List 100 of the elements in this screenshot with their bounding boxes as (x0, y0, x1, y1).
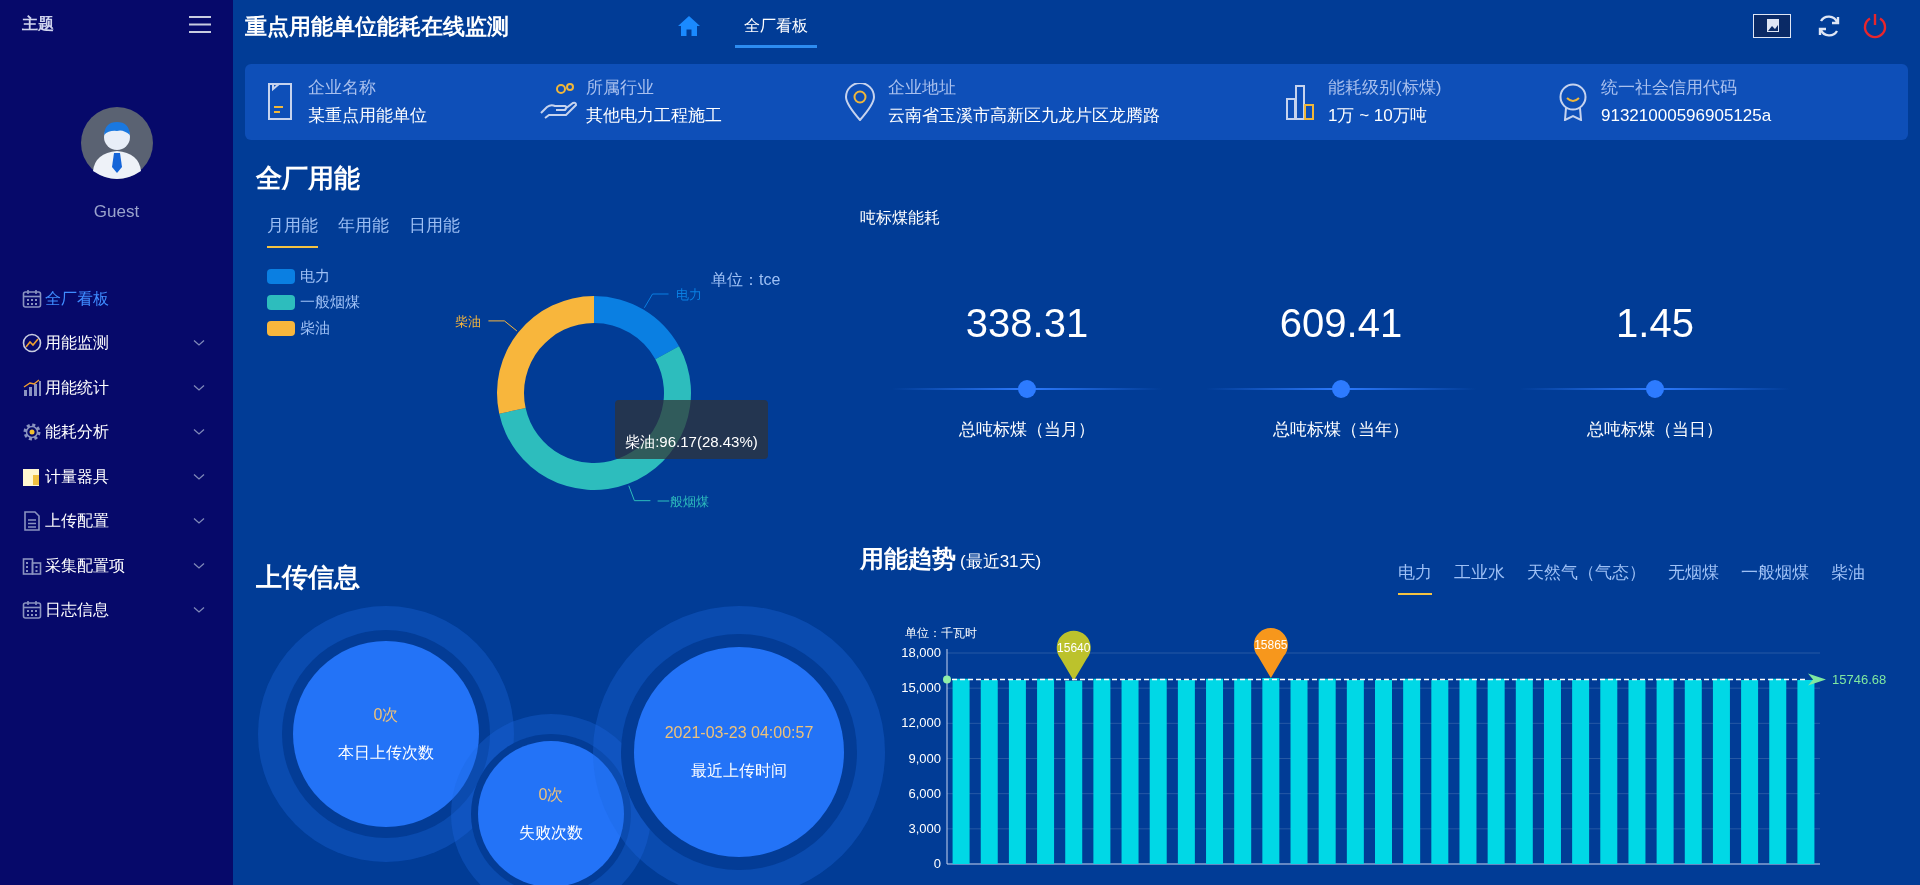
bar[interactable] (1008, 679, 1026, 864)
section-title: 上传信息 (256, 561, 361, 594)
info-value: 其他电力工程施工 (586, 106, 722, 126)
tab[interactable]: 电力 (1398, 559, 1432, 595)
slice-label: 一般烟煤 (657, 493, 710, 509)
bar[interactable] (1769, 678, 1787, 864)
gear-icon (22, 422, 42, 443)
stat-label: 失败次数 (519, 823, 583, 843)
bar[interactable] (1515, 678, 1533, 864)
reference-value: 15746.68 (1832, 672, 1887, 688)
section-subtitle: (最近31天) (960, 551, 1042, 573)
legend-label[interactable]: 电力 (300, 264, 330, 288)
tab[interactable]: 工业水 (1454, 559, 1505, 595)
section-title: 用能趋势 (860, 544, 956, 574)
tab[interactable]: 年用能 (338, 212, 389, 248)
tick-label: 6,000 (908, 785, 941, 801)
bar[interactable] (1741, 679, 1759, 864)
stat-value: 0次 (373, 705, 399, 725)
tab[interactable]: 无烟煤 (1668, 559, 1719, 595)
bar[interactable] (1318, 678, 1336, 864)
theme-label: 主题 (22, 14, 54, 34)
bar[interactable] (1431, 679, 1449, 864)
annotation: 15865 (1254, 638, 1288, 653)
map-pin-marker: 15865 (1253, 628, 1288, 679)
annotation: 15640 (1057, 640, 1091, 655)
tab[interactable]: 一般烟煤 (1741, 559, 1809, 595)
slice-label: 一般烟煤 (628, 485, 710, 509)
bar[interactable] (1572, 679, 1590, 864)
kpi-value: 338.31 (965, 300, 1089, 346)
sidebar-item[interactable]: 上传配置 (0, 499, 233, 544)
avatar-icon (80, 107, 153, 179)
bar[interactable] (1093, 678, 1111, 864)
bar[interactable] (1037, 678, 1055, 864)
sidebar-item[interactable]: 采集配置项 (0, 543, 233, 588)
legend-label[interactable]: 柴油 (300, 316, 330, 340)
sidebar-item[interactable]: 用能监测 (0, 321, 233, 366)
bar[interactable] (1403, 678, 1421, 864)
stat-value: 0次 (538, 785, 564, 805)
slice-label: 柴油 (455, 313, 518, 332)
user-name: Guest (92, 201, 141, 223)
kpi-label: 总吨标煤（当日） (1587, 420, 1723, 440)
chart-tooltip: 柴油:96.17(28.43%) (615, 400, 768, 459)
donut-slice[interactable] (594, 296, 679, 360)
kpi-label: 总吨标煤（当月） (959, 420, 1095, 440)
bar[interactable] (1656, 678, 1674, 864)
image-icon[interactable] (1753, 14, 1791, 38)
bar[interactable] (1065, 680, 1083, 864)
menu-icon[interactable] (189, 15, 211, 33)
bar[interactable] (1177, 679, 1195, 864)
tick-label: 12,000 (901, 715, 941, 731)
nav-tab[interactable]: 全厂看板 (735, 4, 817, 48)
bar[interactable] (1684, 679, 1702, 864)
slice-label: 柴油 (455, 313, 482, 329)
sidebar-item[interactable]: 用能统计 (0, 365, 233, 410)
home-icon[interactable] (677, 15, 701, 37)
tick-label: 18,000 (901, 645, 941, 660)
bar[interactable] (1797, 679, 1815, 864)
bar[interactable] (980, 679, 998, 864)
bar[interactable] (1346, 679, 1364, 864)
bar[interactable] (1290, 679, 1308, 864)
bar[interactable] (1121, 679, 1139, 864)
document-icon (22, 511, 42, 532)
bar[interactable] (1712, 678, 1730, 864)
tab[interactable]: 月用能 (267, 212, 318, 248)
tick-label: 0 (933, 856, 941, 871)
bar[interactable] (1487, 678, 1505, 864)
sidebar-item[interactable]: 全厂看板 (0, 276, 233, 321)
tab[interactable]: 柴油 (1831, 559, 1865, 595)
app-title: 重点用能单位能耗在线监测 (245, 12, 510, 41)
bar[interactable] (1262, 678, 1280, 864)
donut-slice[interactable] (497, 296, 594, 414)
hand-coins-icon (538, 83, 578, 121)
bar[interactable] (1234, 678, 1252, 864)
tick-label: 15,000 (901, 680, 941, 696)
refresh-icon[interactable] (1816, 13, 1842, 39)
tab[interactable]: 天然气（气态） (1527, 559, 1646, 595)
sidebar-item[interactable]: 能耗分析 (0, 410, 233, 455)
section-subtitle: 吨标煤能耗 (860, 208, 941, 228)
bar[interactable] (1600, 678, 1618, 864)
bar[interactable] (1206, 678, 1224, 864)
tick-label: 3,000 (908, 820, 941, 836)
calendar-icon (22, 288, 42, 309)
info-label: 企业地址 (888, 78, 957, 98)
bar[interactable] (1459, 678, 1477, 864)
legend-label[interactable]: 一般烟煤 (300, 290, 360, 314)
sidebar-item[interactable]: 日志信息 (0, 588, 233, 633)
kpi-value: 609.41 (1279, 300, 1403, 346)
sidebar-item[interactable]: 计量器具 (0, 454, 233, 499)
power-icon[interactable] (1862, 13, 1888, 39)
bar[interactable] (1628, 679, 1646, 864)
info-label: 所属行业 (586, 78, 655, 98)
bar[interactable] (1149, 678, 1167, 864)
map-pin-marker: 15640 (1056, 630, 1091, 681)
unit-label: 单位：tce (711, 270, 781, 290)
bar[interactable] (1543, 679, 1561, 864)
tab[interactable]: 日用能 (409, 212, 460, 248)
gauge-icon (22, 333, 42, 354)
slice-label: 电力 (643, 287, 702, 309)
bar[interactable] (952, 678, 970, 864)
line-start-dot (943, 675, 951, 684)
